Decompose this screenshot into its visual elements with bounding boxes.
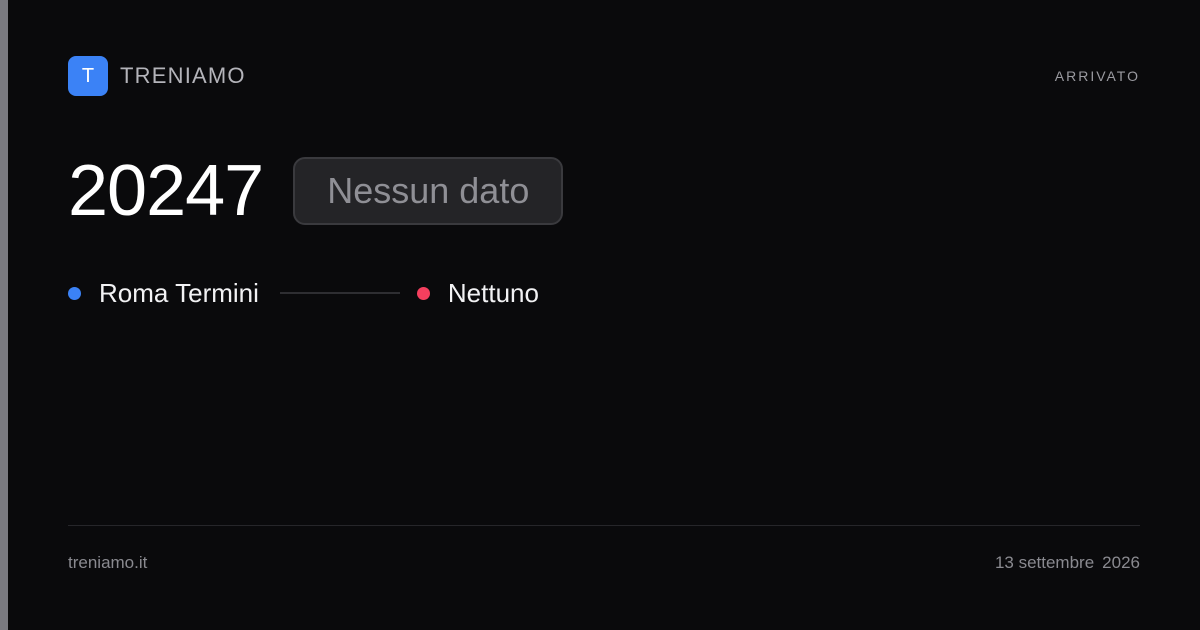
origin-dot-icon xyxy=(68,286,81,300)
train-number: 20247 xyxy=(68,151,264,231)
logo-letter: T xyxy=(81,65,95,87)
destination-station: Nettuno xyxy=(447,277,539,308)
delay-badge: Nessun dato xyxy=(293,157,564,225)
status-label: ARRIVATO xyxy=(1054,68,1140,84)
site-url: treniamo.it xyxy=(68,553,148,572)
date-year: 2026 xyxy=(1102,553,1140,572)
footer-divider xyxy=(68,525,1140,526)
route: Roma Termini Nettuno xyxy=(68,276,539,310)
header: T TRENIAMO ARRIVATO xyxy=(68,56,1140,96)
brand-name: TRENIAMO xyxy=(120,63,246,88)
brand: T TRENIAMO xyxy=(68,56,246,96)
origin-station: Roma Termini xyxy=(99,277,259,308)
delay-text: Nessun dato xyxy=(327,170,530,211)
footer-date: 13 settembre 2026 xyxy=(995,553,1140,573)
logo-icon: T xyxy=(68,56,108,96)
date-day-month: 13 settembre xyxy=(994,553,1095,572)
train-info: 20247 Nessun dato xyxy=(68,151,564,231)
destination-dot-icon xyxy=(416,286,430,300)
route-connector-line xyxy=(279,292,400,294)
left-accent-bar xyxy=(0,0,8,630)
